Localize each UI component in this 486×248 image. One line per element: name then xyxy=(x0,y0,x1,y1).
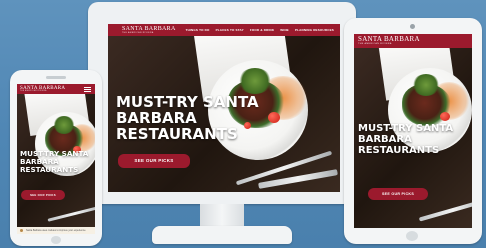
main-nav: THINGS TO DO PLACES TO STAY FOOD & DRINK… xyxy=(186,28,340,32)
see-our-picks-button[interactable]: SEE OUR PICKS xyxy=(368,188,428,200)
nav-item-things-to-do[interactable]: THINGS TO DO xyxy=(186,28,210,32)
cherry-tomato xyxy=(268,112,280,123)
cookie-notice-text: Santa Barbara uses cookies to improve yo… xyxy=(26,229,87,232)
tablet-screen: SANTA BARBARA THE AMERICAN RIVIERA MUST-… xyxy=(354,34,472,228)
hero-title-line: RESTAURANTS xyxy=(116,125,238,144)
cookie-icon xyxy=(20,229,23,232)
site-header: SANTA BARBARA THE AMERICAN RIVIERA xyxy=(354,34,472,48)
cookie-notice-bar[interactable]: Santa Barbara uses cookies to improve yo… xyxy=(17,227,95,234)
logo-tagline: THE AMERICAN RIVIERA xyxy=(358,43,392,46)
hero-title-line: BARBARA xyxy=(358,133,412,145)
camera-icon xyxy=(410,24,415,29)
nav-item-food-drink[interactable]: FOOD & DRINK xyxy=(250,28,274,32)
knife xyxy=(418,198,472,222)
monitor-stand-base xyxy=(152,226,292,244)
hero-title: MUST-TRY SANTA BARBARA RESTAURANTS xyxy=(358,123,453,156)
hamburger-menu-icon[interactable] xyxy=(84,86,91,92)
microgreens xyxy=(238,68,272,94)
hero-title-line: BARBARA xyxy=(116,109,197,128)
hero-title: MUST-TRY SANTA BARBARA RESTAURANTS xyxy=(116,94,259,143)
home-button[interactable] xyxy=(406,231,418,241)
hero-image: MUST-TRY SANTA BARBARA RESTAURANTS SEE O… xyxy=(108,36,340,192)
desktop-monitor-frame: SANTA BARBARA THE AMERICAN RIVIERA THING… xyxy=(88,2,356,204)
logo-tagline: THE AMERICAN RIVIERA xyxy=(122,32,154,34)
site-header: SANTA BARBARA THE AMERICAN RIVIERA THING… xyxy=(108,24,340,36)
hero-title: MUST-TRY SANTA BARBARA RESTAURANTS xyxy=(20,150,88,173)
phone-frame: SANTA BARBARA THE AMERICAN RIVIERA MUST-… xyxy=(10,70,102,246)
site-logo[interactable]: SANTA BARBARA THE AMERICAN RIVIERA xyxy=(122,26,176,34)
hero-image: MUST-TRY SANTA BARBARA RESTAURANTS SEE O… xyxy=(17,94,95,234)
tablet-frame: SANTA BARBARA THE AMERICAN RIVIERA MUST-… xyxy=(344,18,482,244)
nav-item-planning-resources[interactable]: PLANNING RESOURCES xyxy=(295,28,334,32)
site-logo[interactable]: SANTA BARBARA THE AMERICAN RIVIERA xyxy=(358,36,420,46)
nav-item-places-to-stay[interactable]: PLACES TO STAY xyxy=(216,28,244,32)
cherry-tomato xyxy=(440,112,450,121)
hero-title-line: RESTAURANTS xyxy=(20,164,79,174)
hero-title-line: RESTAURANTS xyxy=(358,144,440,156)
logo-tagline: THE AMERICAN RIVIERA xyxy=(20,90,47,92)
site-header: SANTA BARBARA THE AMERICAN RIVIERA xyxy=(17,84,95,94)
monitor-stand-neck xyxy=(200,204,244,228)
desktop-screen: SANTA BARBARA THE AMERICAN RIVIERA THING… xyxy=(108,24,340,192)
knife xyxy=(47,205,95,222)
microgreens xyxy=(412,74,440,96)
home-button[interactable] xyxy=(51,236,61,244)
site-logo[interactable]: SANTA BARBARA THE AMERICAN RIVIERA xyxy=(20,86,65,93)
speaker-icon xyxy=(46,76,66,79)
hero-title-line: MUST-TRY SANTA xyxy=(116,93,259,111)
hero-image: MUST-TRY SANTA BARBARA RESTAURANTS SEE O… xyxy=(354,48,472,228)
microgreens xyxy=(53,116,75,134)
see-our-picks-button[interactable]: SEE OUR PICKS xyxy=(118,154,190,168)
see-our-picks-button[interactable]: SEE OUR PICKS xyxy=(21,190,65,200)
nav-item-wine[interactable]: WINE xyxy=(280,28,289,32)
phone-screen: SANTA BARBARA THE AMERICAN RIVIERA MUST-… xyxy=(17,84,95,234)
